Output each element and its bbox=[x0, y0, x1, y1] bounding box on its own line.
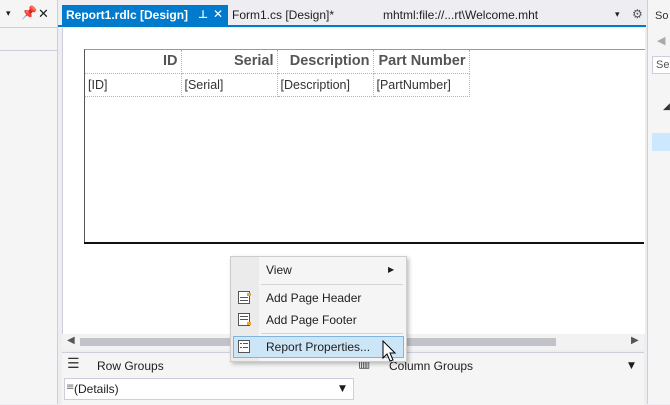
menu-separator bbox=[261, 284, 403, 285]
menu-item-add-page-header[interactable]: Add Page Header bbox=[233, 287, 404, 309]
tab-welcome-mht[interactable]: mhtml:file://...rt\Welcome.mht bbox=[383, 5, 563, 25]
header-cell-serial[interactable]: Serial bbox=[181, 50, 278, 74]
page-footer-icon bbox=[238, 313, 251, 326]
row-groups-icon: ☰ bbox=[67, 356, 80, 372]
gear-icon[interactable]: ⚙ bbox=[632, 8, 643, 20]
pin-icon[interactable]: 📌 bbox=[21, 7, 37, 20]
report-table[interactable]: ID Serial Description Part Number [ID] [… bbox=[85, 50, 470, 97]
search-placeholder: Se bbox=[656, 59, 670, 71]
menu-item-label: Report Properties... bbox=[266, 340, 371, 354]
menu-item-report-properties[interactable]: Report Properties... bbox=[233, 336, 404, 358]
data-cell-description[interactable]: [Description] bbox=[277, 73, 374, 97]
data-cell-serial[interactable]: [Serial] bbox=[181, 73, 278, 97]
close-icon[interactable]: ✕ bbox=[38, 8, 49, 21]
menu-item-view[interactable]: View ▶ bbox=[233, 259, 404, 281]
right-tool-pane: So ◀ Se ◢ bbox=[647, 0, 670, 404]
context-menu: View ▶ Add Page Header Add Page Footer R… bbox=[230, 256, 407, 362]
details-group-label: (Details) bbox=[74, 382, 119, 396]
scroll-left-icon[interactable]: ◀ bbox=[67, 336, 75, 346]
report-body-bottom-edge bbox=[84, 242, 644, 244]
dropdown-icon[interactable]: ▾ bbox=[6, 10, 11, 19]
menu-item-label: Add Page Header bbox=[266, 291, 362, 305]
tab-form1-design[interactable]: Form1.cs [Design]* bbox=[230, 5, 382, 25]
tab-label: Form1.cs [Design]* bbox=[232, 8, 335, 22]
page-header-icon bbox=[238, 291, 251, 304]
menu-item-label: Add Page Footer bbox=[266, 313, 357, 327]
mouse-cursor-icon bbox=[382, 340, 397, 362]
header-cell-part-number[interactable]: Part Number bbox=[373, 50, 470, 74]
report-properties-icon bbox=[238, 340, 250, 353]
column-groups-dropdown-icon[interactable]: ▼ bbox=[628, 362, 635, 371]
menu-item-add-page-footer[interactable]: Add Page Footer bbox=[233, 309, 404, 331]
menu-item-label: View bbox=[266, 263, 292, 277]
header-cell-id[interactable]: ID bbox=[85, 50, 182, 74]
data-cell-part-number[interactable]: [PartNumber] bbox=[373, 73, 470, 97]
submenu-arrow-icon: ▶ bbox=[388, 265, 395, 274]
selected-tree-item[interactable] bbox=[652, 133, 670, 151]
close-tab-icon[interactable]: ✕ bbox=[213, 8, 223, 20]
back-icon[interactable]: ◀ bbox=[657, 35, 665, 46]
tab-label: Report1.rdlc [Design] bbox=[66, 8, 189, 22]
expand-arrow-icon[interactable]: ◢ bbox=[663, 103, 670, 112]
data-cell-id[interactable]: [ID] bbox=[85, 73, 182, 97]
right-pane-search-field[interactable]: Se bbox=[652, 56, 670, 74]
scroll-right-icon[interactable]: ▶ bbox=[631, 336, 639, 346]
left-pane-toolbar bbox=[0, 27, 57, 51]
menu-separator bbox=[261, 333, 403, 334]
header-cell-description[interactable]: Description bbox=[277, 50, 374, 74]
pin-icon[interactable]: ⊥ bbox=[198, 9, 208, 20]
tab-accent-line bbox=[58, 25, 646, 27]
document-tab-strip: Report1.rdlc [Design] ⊥ ✕ Form1.cs [Desi… bbox=[58, 0, 646, 28]
row-groups-label: Row Groups bbox=[97, 359, 164, 373]
table-header-row: ID Serial Description Part Number bbox=[85, 50, 470, 74]
left-tool-pane: ▾ 📌 ✕ bbox=[0, 0, 58, 404]
tab-overflow-dropdown-icon[interactable]: ▾ bbox=[615, 11, 620, 20]
details-group-field[interactable]: ≡ (Details) ▼ bbox=[64, 378, 354, 400]
tab-label: mhtml:file://...rt\Welcome.mht bbox=[383, 8, 539, 22]
right-pane-title: So bbox=[655, 10, 669, 22]
details-dropdown-icon[interactable]: ▼ bbox=[339, 385, 346, 394]
left-pane-header: ▾ 📌 ✕ bbox=[0, 6, 57, 24]
table-data-row: [ID] [Serial] [Description] [PartNumber] bbox=[85, 73, 470, 97]
tab-report1-design[interactable]: Report1.rdlc [Design] ⊥ ✕ bbox=[62, 5, 228, 25]
